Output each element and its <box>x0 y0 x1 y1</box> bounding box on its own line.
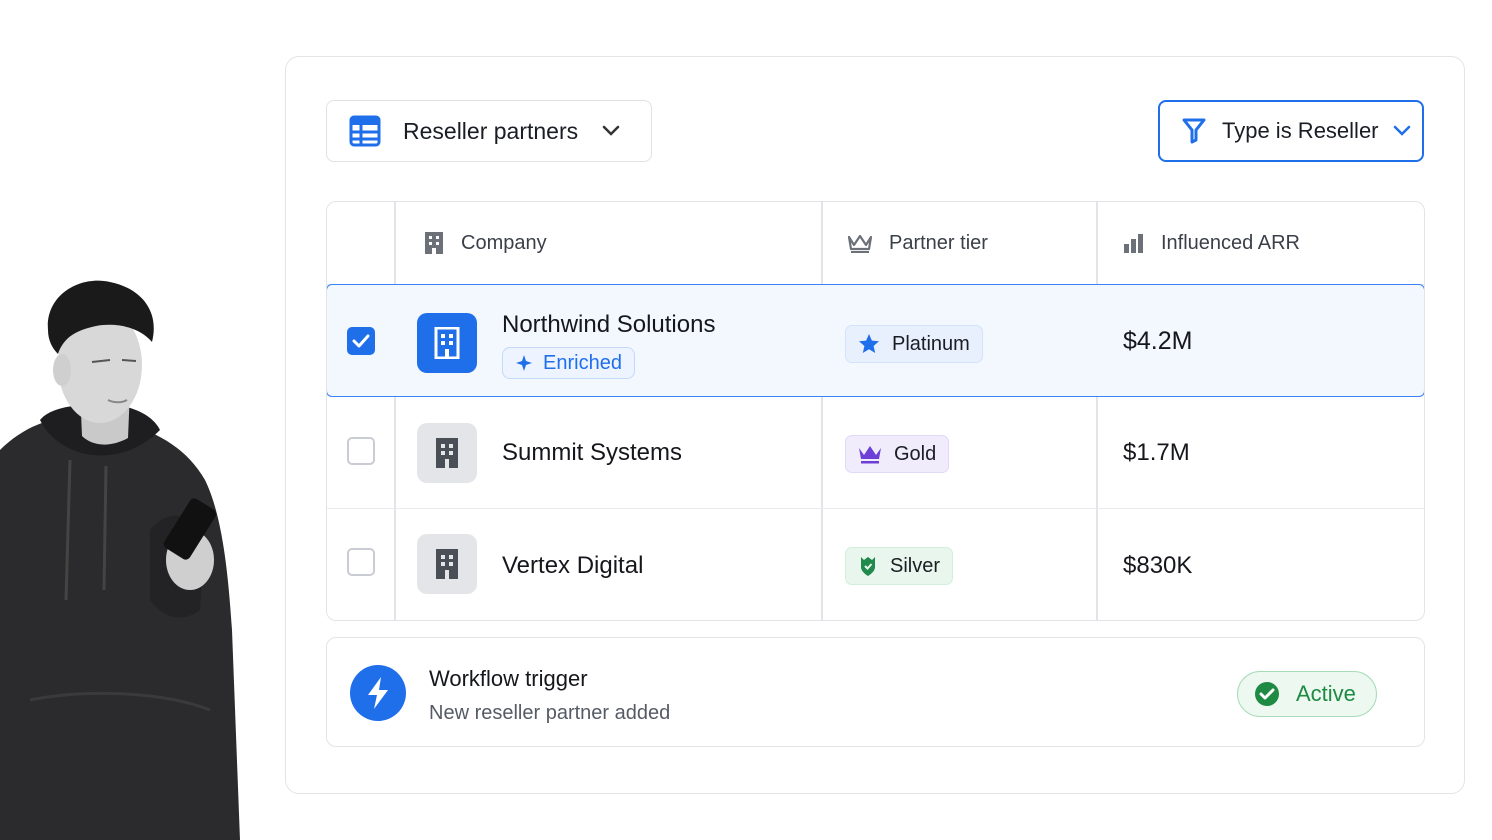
crown-icon <box>858 444 882 464</box>
column-header-company[interactable]: Company <box>423 202 547 284</box>
table-row[interactable]: Vertex Digital Silver $830K <box>327 508 1424 619</box>
tier-badge-platinum: Platinum <box>845 325 983 363</box>
column-label-company: Company <box>461 231 547 254</box>
sparkle-icon <box>515 354 533 372</box>
column-label-influenced-arr: Influenced ARR <box>1161 231 1300 254</box>
table-header: Company Partner tier Influenced ARR <box>327 202 1424 285</box>
column-header-partner-tier[interactable]: Partner tier <box>847 202 988 284</box>
tier-label: Silver <box>890 554 941 577</box>
status-badge: Active <box>1237 671 1377 717</box>
workflow-trigger-card[interactable]: Workflow trigger New reseller partner ad… <box>326 637 1425 747</box>
shield-icon <box>858 555 878 577</box>
stage: Reseller partners Type is Reseller Compa… <box>0 0 1492 840</box>
building-icon <box>436 438 458 468</box>
column-label-partner-tier: Partner tier <box>889 231 988 254</box>
table-icon <box>349 115 381 147</box>
partners-table: Company Partner tier Influenced ARR Nort… <box>326 201 1425 621</box>
checkmark-icon <box>352 334 370 348</box>
check-circle-icon <box>1254 681 1280 707</box>
row-checkbox[interactable] <box>347 327 375 355</box>
arr-value: $830K <box>1123 552 1193 579</box>
company-logo <box>417 534 477 594</box>
building-icon <box>423 231 445 255</box>
workflow-subtitle: New reseller partner added <box>429 702 671 724</box>
tier-badge-gold: Gold <box>845 435 950 473</box>
enriched-badge-label: Enriched <box>543 351 622 374</box>
column-header-influenced-arr[interactable]: Influenced ARR <box>1123 202 1300 284</box>
company-name[interactable]: Vertex Digital <box>502 552 643 580</box>
building-icon <box>436 549 458 579</box>
workflow-title: Workflow trigger <box>429 666 588 691</box>
star-icon <box>858 333 880 355</box>
enriched-badge: Enriched <box>502 347 635 379</box>
tier-label: Gold <box>894 442 937 465</box>
tier-label: Platinum <box>892 332 970 355</box>
crown-icon <box>847 233 873 253</box>
filter-label: Type is Reseller <box>1222 118 1379 143</box>
row-checkbox[interactable] <box>347 548 375 576</box>
row-checkbox[interactable] <box>347 437 375 465</box>
building-icon <box>434 327 460 359</box>
tier-badge-silver: Silver <box>845 547 954 585</box>
chevron-down-icon <box>602 125 620 137</box>
company-name[interactable]: Summit Systems <box>502 439 682 467</box>
partners-card: Reseller partners Type is Reseller Compa… <box>285 56 1465 794</box>
arr-value: $1.7M <box>1123 439 1190 466</box>
filter-button[interactable]: Type is Reseller <box>1158 100 1424 162</box>
view-selector-label: Reseller partners <box>403 117 579 144</box>
person-illustration <box>0 280 240 840</box>
company-logo <box>417 423 477 483</box>
chevron-down-icon <box>1393 125 1411 137</box>
table-row[interactable]: Northwind Solutions Enriched Platinum $4… <box>327 284 1424 397</box>
filter-icon <box>1182 118 1206 144</box>
company-name[interactable]: Northwind Solutions <box>502 311 715 339</box>
table-row[interactable]: Summit Systems Gold $1.7M <box>327 397 1424 509</box>
bar-chart-icon <box>1123 233 1145 253</box>
company-logo <box>417 313 477 373</box>
status-label: Active <box>1296 681 1356 706</box>
lightning-bolt-icon <box>350 665 406 721</box>
view-selector[interactable]: Reseller partners <box>326 100 652 162</box>
arr-value: $4.2M <box>1123 327 1193 355</box>
